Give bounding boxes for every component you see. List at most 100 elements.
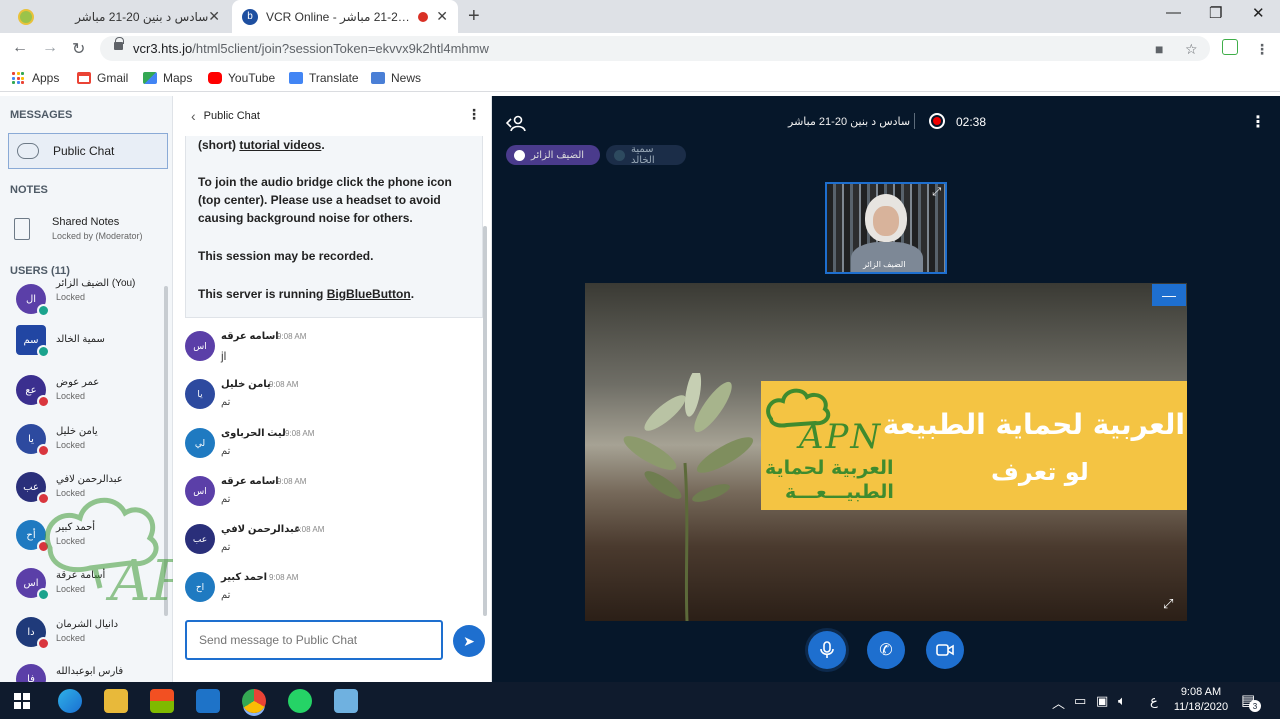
fullscreen-icon[interactable]: ⤢ xyxy=(932,186,941,199)
bookmarks-bar: Apps Gmail Maps YouTube Translate News xyxy=(0,64,1280,92)
input-language[interactable]: ع xyxy=(1150,693,1158,709)
user-list-item[interactable]: يا يامن خليل Locked xyxy=(16,424,166,460)
sender-name: يامن خليل xyxy=(221,379,271,390)
bookmark-gmail[interactable]: Gmail xyxy=(77,71,128,85)
divider xyxy=(914,113,915,129)
recording-indicator-icon[interactable] xyxy=(929,113,945,129)
user-status: Locked xyxy=(56,292,86,302)
avatar: عب xyxy=(185,524,215,554)
tab-title: VCR Online - بنين 20-21 مباشر xyxy=(266,9,412,24)
windows-start-icon[interactable] xyxy=(14,693,30,709)
welcome-message: (short) tutorial videos. To join the aud… xyxy=(185,136,483,318)
sender-name: ليث الحرباوى xyxy=(221,428,286,439)
user-list-item[interactable]: فا فارس ابوعبدالله xyxy=(16,664,166,682)
shared-notes-item[interactable]: Shared Notes Locked by (Moderator) xyxy=(14,216,164,246)
whatsapp-icon[interactable] xyxy=(288,689,312,713)
leave-audio-button[interactable]: ✆ xyxy=(867,631,905,669)
send-message-button[interactable]: ➤ xyxy=(453,625,485,657)
system-clock[interactable]: 9:08 AM 11/18/2020 xyxy=(1168,685,1234,715)
bookmark-apps[interactable]: Apps xyxy=(12,71,59,85)
microphone-button[interactable] xyxy=(808,631,846,669)
camera-blocked-icon[interactable]: ■ xyxy=(1155,41,1163,57)
volume-icon[interactable]: 🔈︎ xyxy=(1118,693,1126,709)
user-status: Locked xyxy=(56,633,86,643)
bookmark-star-icon[interactable]: ☆ xyxy=(1185,41,1198,58)
user-list-item[interactable]: سم سمية الخالد xyxy=(16,325,166,361)
bookmark-translate[interactable]: Translate xyxy=(289,71,359,85)
close-tab-icon[interactable]: ✕ xyxy=(436,8,448,25)
sender-name: عبدالرحمن لافي xyxy=(221,524,301,535)
chat-bubble-icon xyxy=(17,143,39,159)
logo-arabic-line2: الطبيـــعـــة xyxy=(785,481,894,503)
close-tab-icon[interactable]: ✕ xyxy=(208,8,220,25)
audio-status-icon xyxy=(37,345,50,358)
user-list-item[interactable]: عع عمر عوض Locked xyxy=(16,375,166,411)
close-window-button[interactable]: ✕ xyxy=(1252,4,1265,22)
notification-count-badge: 3 xyxy=(1249,700,1261,712)
microphone-icon xyxy=(514,149,525,161)
notes-header: NOTES xyxy=(10,184,48,196)
extension-icon[interactable] xyxy=(1222,39,1238,55)
presentation-slide[interactable]: APN العربية لحماية الطبيـــعـــة العربية… xyxy=(585,283,1187,621)
gmail-icon xyxy=(77,72,91,84)
paint-icon[interactable] xyxy=(334,689,358,713)
chat-message-input[interactable] xyxy=(185,620,443,660)
file-explorer-icon[interactable] xyxy=(104,689,128,713)
avatar: لي xyxy=(185,428,215,458)
chat-header[interactable]: ‹ Public Chat xyxy=(191,108,260,124)
store-icon[interactable] xyxy=(150,689,174,713)
user-name: الضيف الزائر (You) xyxy=(56,278,136,289)
bookmark-news[interactable]: News xyxy=(371,71,421,85)
user-name: سمية الخالد xyxy=(56,334,105,345)
chat-scrollbar[interactable] xyxy=(483,226,487,616)
tutorial-link[interactable]: tutorial videos xyxy=(239,138,321,152)
talker-dot-icon xyxy=(614,149,625,161)
talking-indicator[interactable]: الضيف الزائر xyxy=(506,145,600,165)
muted-icon xyxy=(37,444,50,457)
bigbluebutton-link[interactable]: BigBlueButton xyxy=(327,287,411,301)
chat-options-icon[interactable]: ⋮ xyxy=(467,106,481,123)
lock-icon xyxy=(114,37,124,50)
back-button[interactable]: ← xyxy=(12,39,28,57)
user-list-item[interactable]: دا دانيال الشرمان Locked xyxy=(16,617,166,653)
slide-banner: APN العربية لحماية الطبيـــعـــة العربية… xyxy=(761,381,1187,510)
options-menu-icon[interactable]: ⋮ xyxy=(1250,112,1266,132)
address-bar[interactable]: vcr3.hts.jo/html5client/join?sessionToke… xyxy=(100,36,1210,61)
message-text: تم xyxy=(221,494,231,505)
reload-button[interactable]: ↻ xyxy=(72,39,85,59)
maximize-button[interactable]: ❐ xyxy=(1209,4,1222,22)
recording-notice: This session may be recorded. xyxy=(198,249,374,263)
mail-icon[interactable] xyxy=(196,689,220,713)
chat-message: اس اسامه عرقه 9:08 AM jl xyxy=(185,331,475,377)
bookmark-youtube[interactable]: YouTube xyxy=(208,71,275,85)
browser-menu-icon[interactable]: ⋮ xyxy=(1255,41,1269,58)
battery-icon[interactable]: ▭ xyxy=(1074,693,1086,709)
news-icon xyxy=(371,72,385,84)
chevron-up-icon[interactable]: ︿ xyxy=(1052,693,1065,712)
message-text: تم xyxy=(221,590,231,601)
message-time: 9:08 AM xyxy=(277,477,307,486)
browser-tab-bar: سادس د بنين 20-21 مباشر ✕ b VCR Online -… xyxy=(0,0,1280,33)
edge-icon[interactable] xyxy=(58,689,82,713)
browser-tab[interactable]: سادس د بنين 20-21 مباشر ✕ xyxy=(8,0,230,33)
forward-button[interactable]: → xyxy=(42,39,58,57)
chevron-left-icon[interactable]: ‹ xyxy=(191,108,196,124)
microphone-icon xyxy=(820,641,834,658)
share-webcam-button[interactable] xyxy=(926,631,964,669)
sender-name: احمد كبير xyxy=(221,572,268,583)
toggle-userlist-icon[interactable] xyxy=(506,114,526,132)
browser-tab-active[interactable]: b VCR Online - بنين 20-21 مباشر ✕ xyxy=(232,0,458,33)
minimize-button[interactable]: — xyxy=(1166,4,1181,21)
fullscreen-icon[interactable]: ⤢ xyxy=(1163,596,1173,612)
chrome-icon[interactable] xyxy=(242,689,266,713)
webcam-video[interactable]: الضيف الزائر ⤢ xyxy=(825,182,947,274)
new-tab-button[interactable]: + xyxy=(468,5,480,28)
avatar: يا xyxy=(185,379,215,409)
network-icon[interactable]: ▣ xyxy=(1096,693,1108,709)
talking-indicator[interactable]: سمية الخالد xyxy=(606,144,686,166)
bookmark-maps[interactable]: Maps xyxy=(143,71,192,85)
public-chat-item[interactable]: Public Chat xyxy=(8,133,168,169)
minimize-presentation-button[interactable]: — xyxy=(1152,284,1186,306)
user-list-item[interactable]: ال الضيف الزائر (You) Locked xyxy=(16,278,166,320)
sender-name: اسامه عرقه xyxy=(221,331,279,342)
